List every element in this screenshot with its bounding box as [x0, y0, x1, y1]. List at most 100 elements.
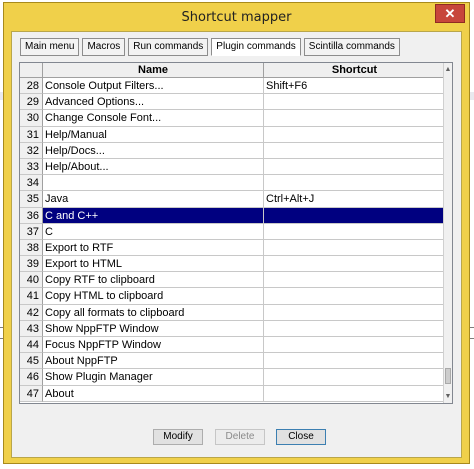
row-shortcut: Ctrl+Alt+J — [264, 191, 446, 208]
header-shortcut[interactable]: Shortcut — [264, 63, 446, 78]
row-name: Console Output Filters... — [43, 78, 264, 95]
row-name: Focus NppFTP Window — [43, 337, 264, 354]
row-shortcut — [264, 256, 446, 273]
title-bar[interactable]: Shortcut mapper ✕ — [4, 3, 469, 31]
row-name — [43, 175, 264, 192]
row-shortcut — [264, 272, 446, 289]
row-name: Help/About... — [43, 158, 264, 176]
row-shortcut — [264, 239, 446, 257]
row-name: Export to RTF — [43, 239, 264, 257]
table-row[interactable]: 38 Export to RTF — [20, 239, 446, 257]
table-row[interactable]: 36 C and C++ — [20, 207, 446, 224]
row-name: Java — [43, 191, 264, 208]
row-name: Show NppFTP Window — [43, 320, 264, 337]
row-name: Help/Manual — [43, 126, 264, 143]
row-number: 43 — [20, 320, 43, 337]
row-name: Copy all formats to clipboard — [43, 304, 264, 321]
table-row[interactable]: 45 About NppFTP — [20, 353, 446, 370]
row-shortcut — [264, 175, 446, 192]
table-row[interactable]: 43 Show NppFTP Window — [20, 320, 446, 337]
modify-button[interactable]: Modify — [153, 429, 203, 445]
shortcut-grid[interactable]: Name Shortcut 28 Console Output Filters..… — [19, 62, 453, 404]
close-button[interactable]: Close — [276, 429, 326, 445]
row-shortcut — [264, 288, 446, 305]
table-row[interactable]: 40 Copy RTF to clipboard — [20, 272, 446, 289]
table-row[interactable]: 46 Show Plugin Manager — [20, 369, 446, 386]
row-name: C and C++ — [43, 207, 264, 224]
row-name: About — [43, 385, 264, 402]
table-row[interactable]: 37 C — [20, 223, 446, 240]
table-row[interactable]: 47 About — [20, 385, 446, 402]
row-shortcut — [264, 223, 446, 240]
row-number: 42 — [20, 304, 43, 321]
row-name: Copy RTF to clipboard — [43, 272, 264, 289]
row-shortcut — [264, 304, 446, 321]
row-shortcut — [264, 353, 446, 370]
row-name: Copy HTML to clipboard — [43, 288, 264, 305]
tab-strip: Main menu Macros Run commands Plugin com… — [20, 38, 403, 56]
scroll-thumb[interactable] — [445, 368, 451, 384]
table-row[interactable]: 33 Help/About... — [20, 158, 446, 176]
dialog-client-area: Main menu Macros Run commands Plugin com… — [11, 31, 462, 458]
row-shortcut — [264, 337, 446, 354]
table-row[interactable]: 34 — [20, 175, 446, 192]
row-number: 40 — [20, 272, 43, 289]
table-row[interactable]: 28 Console Output Filters... Shift+F6 — [20, 78, 446, 95]
header-corner — [20, 63, 43, 78]
table-row[interactable]: 39 Export to HTML — [20, 256, 446, 273]
row-name: Export to HTML — [43, 256, 264, 273]
row-number: 36 — [20, 207, 43, 224]
row-name: C — [43, 223, 264, 240]
header-name[interactable]: Name — [43, 63, 264, 78]
table-row[interactable]: 42 Copy all formats to clipboard — [20, 304, 446, 321]
row-name: Help/Docs... — [43, 142, 264, 159]
row-number: 44 — [20, 337, 43, 354]
row-shortcut — [264, 320, 446, 337]
row-number: 35 — [20, 191, 43, 208]
grid-header: Name Shortcut — [20, 63, 446, 78]
tab-macros[interactable]: Macros — [82, 38, 126, 56]
dialog-title: Shortcut mapper — [181, 10, 292, 25]
window-close-button[interactable]: ✕ — [435, 4, 465, 23]
row-shortcut — [264, 369, 446, 386]
row-number: 34 — [20, 175, 43, 192]
row-number: 39 — [20, 256, 43, 273]
row-shortcut — [264, 207, 446, 224]
row-number: 47 — [20, 385, 43, 402]
row-shortcut — [264, 385, 446, 402]
vertical-scrollbar[interactable]: ▲ ▼ — [443, 63, 452, 403]
row-number: 38 — [20, 239, 43, 257]
scroll-up-arrow-icon[interactable]: ▲ — [444, 65, 452, 75]
row-name: Advanced Options... — [43, 94, 264, 111]
row-number: 30 — [20, 110, 43, 127]
shortcut-mapper-dialog: Shortcut mapper ✕ Main menu Macros Run c… — [3, 2, 470, 464]
table-row[interactable]: 29 Advanced Options... — [20, 94, 446, 111]
row-shortcut — [264, 158, 446, 176]
tab-run-commands[interactable]: Run commands — [128, 38, 209, 56]
table-row[interactable]: 35 Java Ctrl+Alt+J — [20, 191, 446, 208]
row-number: 45 — [20, 353, 43, 370]
row-name: About NppFTP — [43, 353, 264, 370]
table-row[interactable]: 30 Change Console Font... — [20, 110, 446, 127]
row-shortcut — [264, 126, 446, 143]
row-number: 46 — [20, 369, 43, 386]
delete-button[interactable]: Delete — [215, 429, 265, 445]
row-shortcut — [264, 142, 446, 159]
grid-rows: 28 Console Output Filters... Shift+F6 29 Adv… — [20, 78, 446, 402]
tab-scintilla-commands[interactable]: Scintilla commands — [303, 38, 400, 56]
row-number: 28 — [20, 78, 43, 95]
table-row[interactable]: 41 Copy HTML to clipboard — [20, 288, 446, 305]
tab-main-menu[interactable]: Main menu — [20, 38, 80, 56]
row-number: 29 — [20, 94, 43, 111]
tab-plugin-commands[interactable]: Plugin commands — [211, 38, 301, 56]
row-shortcut — [264, 94, 446, 111]
row-number: 33 — [20, 158, 43, 176]
row-number: 31 — [20, 126, 43, 143]
table-row[interactable]: 31 Help/Manual — [20, 126, 446, 143]
scroll-down-arrow-icon[interactable]: ▼ — [444, 392, 452, 402]
row-number: 32 — [20, 142, 43, 159]
close-icon: ✕ — [444, 6, 456, 21]
table-row[interactable]: 32 Help/Docs... — [20, 142, 446, 159]
row-shortcut: Shift+F6 — [264, 78, 446, 95]
table-row[interactable]: 44 Focus NppFTP Window — [20, 337, 446, 354]
